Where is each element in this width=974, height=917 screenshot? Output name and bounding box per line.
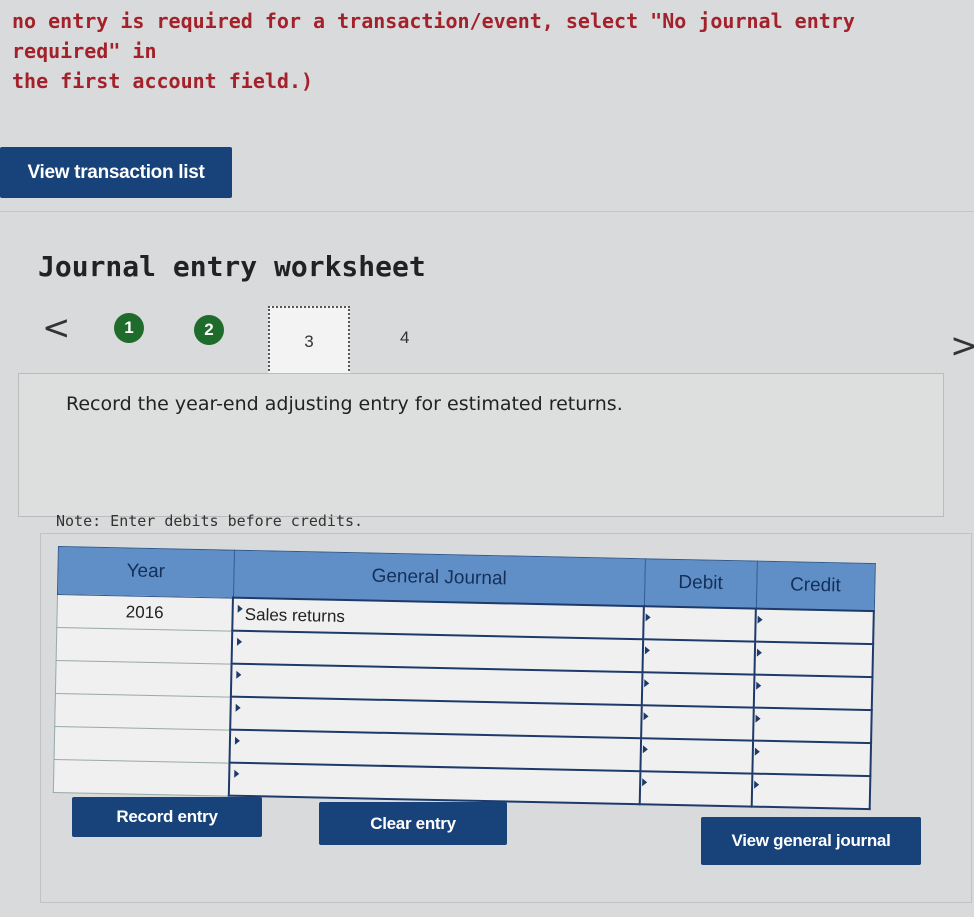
year-cell[interactable] — [56, 626, 233, 664]
year-cell[interactable] — [53, 758, 230, 796]
debit-input[interactable] — [643, 606, 756, 642]
next-step-arrow-icon[interactable]: > — [950, 326, 974, 366]
credit-input[interactable] — [752, 740, 872, 777]
clear-entry-button[interactable]: Clear entry — [319, 802, 507, 845]
debit-header: Debit — [644, 558, 757, 609]
step-3-tab[interactable]: 3 — [268, 306, 350, 378]
debit-input[interactable] — [642, 672, 755, 708]
debit-input[interactable] — [640, 771, 753, 807]
task-description: Record the year-end adjusting entry for … — [66, 393, 623, 415]
view-transaction-list-button[interactable]: View transaction list — [0, 147, 232, 198]
note-text: Note: Enter debits before credits. — [56, 512, 364, 530]
instructions: no entry is required for a transaction/e… — [12, 6, 972, 96]
debit-input[interactable] — [641, 705, 754, 741]
year-cell[interactable] — [55, 659, 232, 697]
journal-table: Year General Journal Debit Credit 2016 S… — [53, 546, 876, 810]
credit-input[interactable] — [755, 608, 874, 645]
debit-input[interactable] — [640, 738, 754, 774]
year-header: Year — [57, 546, 235, 598]
divider — [0, 211, 974, 212]
instruction-line-2: the first account field.) — [12, 69, 314, 93]
record-entry-button[interactable]: Record entry — [72, 797, 262, 837]
general-journal-header: General Journal — [233, 550, 646, 607]
credit-input[interactable] — [753, 707, 872, 744]
credit-input[interactable] — [751, 773, 871, 810]
view-general-journal-button[interactable]: View general journal — [701, 817, 921, 865]
credit-input[interactable] — [753, 674, 873, 711]
worksheet-title: Journal entry worksheet — [38, 250, 426, 283]
year-cell[interactable] — [54, 692, 232, 730]
debit-input[interactable] — [642, 639, 756, 675]
instruction-line-1: no entry is required for a transaction/e… — [12, 9, 867, 63]
credit-input[interactable] — [754, 641, 874, 678]
credit-header: Credit — [755, 561, 875, 612]
year-cell[interactable] — [54, 725, 231, 763]
prev-step-arrow-icon[interactable]: < — [42, 308, 71, 348]
step-1-tab[interactable]: 1 — [114, 313, 144, 343]
step-4-tab[interactable]: 4 — [400, 328, 409, 348]
step-2-tab[interactable]: 2 — [194, 315, 224, 345]
year-cell[interactable]: 2016 — [56, 593, 234, 631]
